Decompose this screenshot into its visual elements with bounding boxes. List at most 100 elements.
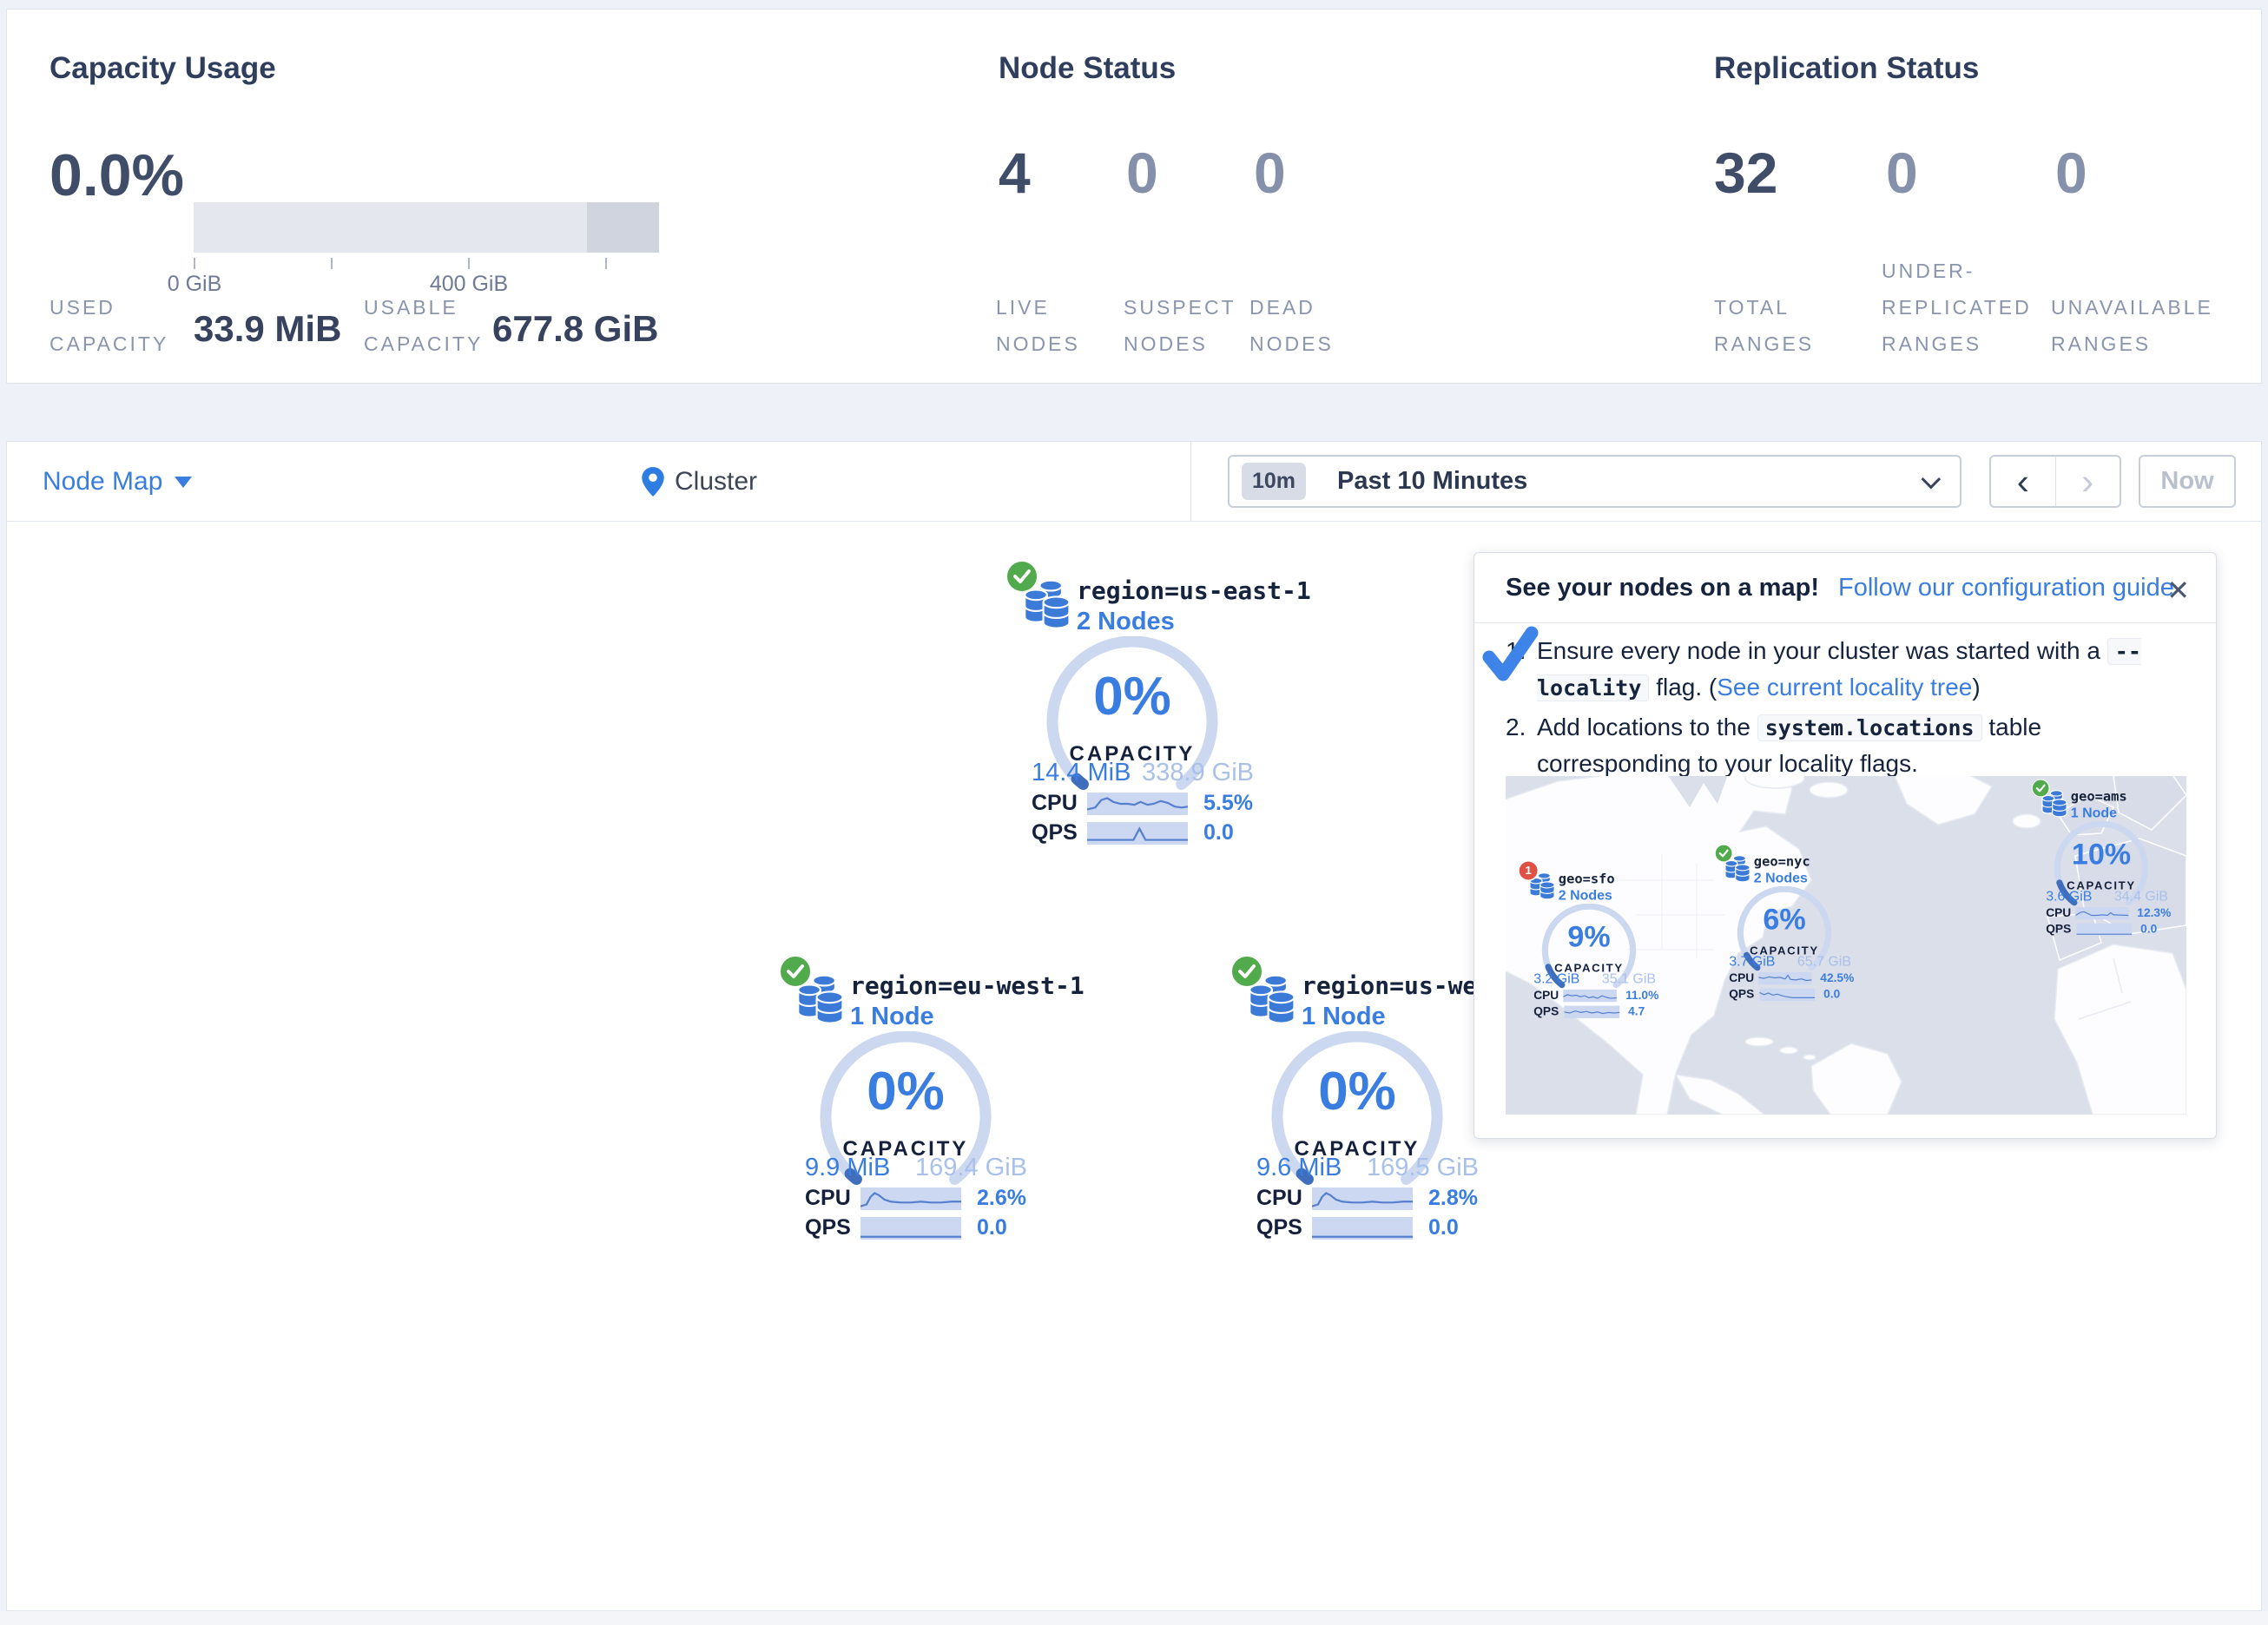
- suspect-nodes-label: SUSPECT: [1124, 296, 1236, 319]
- under-replicated-count: 0: [1886, 140, 1918, 206]
- qps-label: QPS: [1729, 988, 1759, 1002]
- under-replicated-label0: UNDER-: [1882, 260, 1975, 283]
- region-node-count: 2 Nodes: [1754, 871, 1808, 886]
- cpu-sparkline: [1312, 1188, 1413, 1210]
- step-done-check-icon: [1481, 626, 1539, 687]
- health-warning-icon: 1: [1520, 862, 1538, 880]
- region-label: region=eu-west-1: [850, 971, 1085, 1000]
- capacity-usage-title: Capacity Usage: [49, 51, 276, 86]
- time-range-dropdown[interactable]: 10m Past 10 Minutes: [1228, 455, 1961, 508]
- axis-tick: [605, 258, 607, 269]
- usable-capacity-label2: CAPACITY: [364, 332, 483, 356]
- qps-sparkline: [1759, 988, 1815, 1000]
- region-group-eu-west-1[interactable]: region=eu-west-1 1 Node 0% CAPACITY 9.9 …: [767, 937, 1045, 1249]
- qps-label: QPS: [2046, 923, 2076, 937]
- cpu-label: CPU: [805, 1186, 860, 1211]
- view-selector-label: Node Map: [43, 467, 162, 497]
- capacity-bar-reserved: [587, 202, 659, 253]
- region-label: geo=nyc: [1754, 853, 1810, 869]
- health-ok-icon: [1715, 845, 1733, 863]
- capacity-percent: 10%: [2044, 838, 2159, 872]
- dead-nodes-label2: NODES: [1249, 332, 1334, 356]
- cpu-sparkline: [2075, 907, 2128, 919]
- used-capacity: 9.6 MiB: [1256, 1154, 1342, 1182]
- now-button[interactable]: Now: [2139, 455, 2236, 508]
- total-ranges-label2: RANGES: [1714, 332, 1814, 356]
- region-node-count[interactable]: 1 Node: [1302, 1003, 1386, 1031]
- previous-timeframe-button[interactable]: ‹: [1991, 457, 2056, 506]
- cpu-value: 2.8%: [1428, 1186, 1478, 1211]
- page-footer-strip: [0, 1611, 2268, 1625]
- time-pager: ‹ ›: [1989, 455, 2121, 508]
- cpu-sparkline: [860, 1188, 961, 1210]
- time-range-label: Past 10 Minutes: [1337, 467, 1527, 496]
- locality-tree-link[interactable]: See current locality tree: [1717, 674, 1972, 701]
- unavailable-label2: RANGES: [2051, 332, 2151, 356]
- axis-tick: [194, 258, 195, 269]
- region-label: region=us-east-1: [1077, 576, 1311, 605]
- suspect-nodes-label2: NODES: [1124, 332, 1208, 356]
- view-selector-dropdown[interactable]: Node Map: [43, 442, 192, 522]
- next-timeframe-button[interactable]: ›: [2056, 457, 2120, 506]
- used-capacity: 9.9 MiB: [805, 1154, 890, 1182]
- health-ok-icon: [1005, 560, 1038, 593]
- step-text: flag. (: [1649, 674, 1717, 701]
- qps-sparkline: [1312, 1217, 1413, 1240]
- cpu-value: 5.5%: [1203, 791, 1253, 816]
- qps-label: QPS: [1256, 1215, 1312, 1240]
- configuration-guide-link[interactable]: Follow our configuration guide: [1838, 574, 2174, 602]
- warning-count: 1: [1525, 864, 1531, 877]
- capacity-percent: 0%: [1028, 666, 1236, 727]
- used-capacity: 14.4 MiB: [1032, 759, 1131, 787]
- capacity-percent: 6%: [1727, 903, 1842, 937]
- unavailable-label: UNAVAILABLE: [2051, 296, 2213, 319]
- qps-value: 0.0: [2140, 923, 2157, 937]
- total-ranges-label: TOTAL: [1714, 296, 1790, 319]
- live-nodes-label: LIVE: [996, 296, 1050, 319]
- cpu-value: 11.0%: [1625, 989, 1658, 1003]
- system-locations-code: system.locations: [1757, 714, 1982, 741]
- under-replicated-label2: RANGES: [1882, 332, 1981, 356]
- region-label: geo=sfo: [1559, 871, 1615, 886]
- close-icon[interactable]: ✕: [2166, 574, 2190, 607]
- region-node-count[interactable]: 2 Nodes: [1077, 608, 1175, 636]
- total-capacity: 65.7 GiB: [1797, 954, 1851, 970]
- qps-value: 0.0: [1823, 988, 1840, 1002]
- cpu-sparkline: [1563, 990, 1617, 1002]
- cluster-overview-page: Capacity Usage 0.0% 0 GiB 400 GiB USED C…: [0, 0, 2268, 1625]
- total-capacity: 338.9 GiB: [1142, 759, 1254, 787]
- used-capacity-label: USED: [49, 296, 115, 319]
- qps-sparkline: [2076, 923, 2132, 935]
- used-capacity: 3.6 GiB: [2046, 889, 2092, 905]
- live-nodes-count: 4: [999, 140, 1031, 206]
- unavailable-count: 0: [2055, 140, 2087, 206]
- axis-label-low: 0 GiB: [168, 272, 222, 297]
- live-nodes-label2: NODES: [996, 332, 1080, 356]
- total-capacity: 169.4 GiB: [915, 1154, 1027, 1182]
- axis-tick: [331, 258, 333, 269]
- cpu-label: CPU: [1729, 971, 1758, 985]
- cpu-label: CPU: [2046, 906, 2075, 920]
- region-group-us-west-1[interactable]: region=us-west-1 1 Node 0% CAPACITY 9.6 …: [1218, 937, 1496, 1249]
- health-ok-icon: [1230, 955, 1263, 988]
- replication-status-title: Replication Status: [1714, 51, 1979, 86]
- breadcrumb-label[interactable]: Cluster: [675, 467, 757, 497]
- region-group-us-east-1[interactable]: region=us-east-1 2 Nodes 0% CAPACITY 14.…: [993, 542, 1271, 854]
- step-text: ): [1972, 674, 1980, 701]
- used-capacity: 3.7 GiB: [1729, 954, 1775, 970]
- region-label: geo=ams: [2071, 788, 2127, 804]
- chevron-down-icon: [1922, 469, 1942, 489]
- region-node-count[interactable]: 1 Node: [850, 1003, 934, 1031]
- total-ranges-count: 32: [1714, 140, 1777, 206]
- cluster-summary-bar: Capacity Usage 0.0% 0 GiB 400 GiB USED C…: [6, 9, 2262, 384]
- total-capacity: 35.1 GiB: [1602, 971, 1656, 987]
- region-node-count: 1 Node: [2071, 806, 2117, 821]
- used-capacity-value: 33.9 MiB: [194, 308, 341, 350]
- region-group-geo-sfo: 1 geo=sfo 2 Nodes 9% CAPACITY 3.2 GiB 35…: [1513, 852, 1665, 1023]
- node-map-toolbar: Node Map Cluster 10m Past 10 Minutes ‹ ›: [7, 442, 2261, 522]
- region-group-geo-ams: geo=ams 1 Node 10% CAPACITY 3.6 GiB 34.4…: [2025, 769, 2178, 941]
- popup-instructions: 1. Ensure every node in your cluster was…: [1506, 633, 2190, 785]
- total-capacity: 169.5 GiB: [1367, 1154, 1479, 1182]
- qps-value: 0.0: [977, 1215, 1007, 1240]
- capacity-bar: [194, 202, 659, 253]
